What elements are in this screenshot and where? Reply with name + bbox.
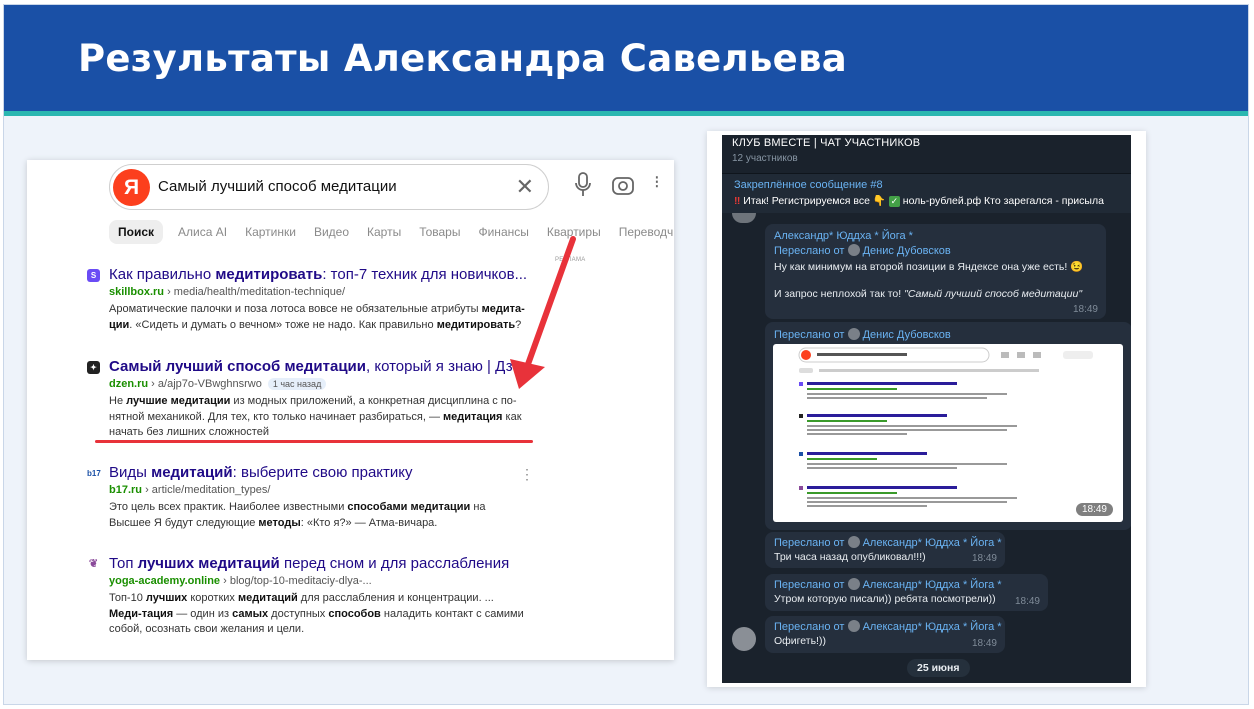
camera-search-icon[interactable]	[611, 174, 635, 196]
result-snippet: Ароматические палочки и поза лотоса вовс…	[109, 303, 525, 331]
tab-translator[interactable]: Переводчик	[610, 220, 674, 244]
result-title-link[interactable]: Топ лучших медитаций перед сном и для ра…	[109, 555, 509, 572]
date-separator: 25 июня	[907, 659, 970, 677]
slide-title: Результаты Александра Савельева	[78, 37, 848, 80]
result-url[interactable]: yoga-academy.online › blog/top-10-medita…	[109, 575, 372, 587]
telegram-chat-screenshot: КЛУБ ВМЕСТЕ | ЧАТ УЧАСТНИКОВ 12 участник…	[707, 131, 1146, 687]
result-title-link[interactable]: Как правильно медитировать: топ-7 техник…	[109, 266, 527, 283]
red-arrow-annotation	[510, 236, 576, 389]
message-bubble-image[interactable]: Переслано от Денис Дубовсков 18:49	[765, 322, 1131, 530]
avatar	[847, 244, 860, 256]
message-bubble[interactable]: Переслано от Александр* Юддха * Йога * У…	[765, 574, 1048, 611]
message-time: 18:49	[1014, 596, 1040, 607]
result-title-link[interactable]: Самый лучший способ медитации, который я…	[109, 358, 529, 375]
result-url[interactable]: b17.ru › article/meditation_types/	[109, 484, 270, 496]
message-bubble[interactable]: Переслано от Александр* Юддха * Йога * О…	[765, 616, 1005, 653]
avatar	[847, 620, 860, 632]
chat-member-count: 12 участников	[732, 153, 798, 164]
result-url[interactable]: dzen.ru › a/ajp7o-VBwghnsrwo 1 час назад	[109, 378, 327, 390]
header-accent-strip	[4, 111, 1248, 116]
exclamation-icon: ‼	[734, 195, 741, 207]
search-screenshot-thumbnail[interactable]: 18:49	[773, 344, 1123, 522]
thumbnail-preview	[798, 347, 1093, 507]
skillbox-favicon-icon: S	[87, 269, 100, 282]
message-text: Офигеть!))	[774, 635, 826, 647]
tab-search[interactable]: Поиск	[109, 220, 164, 244]
message-time: 18:49	[971, 638, 997, 649]
tab-alice-ai[interactable]: Алиса AI	[169, 220, 236, 244]
b17-favicon-icon: b17	[87, 467, 101, 480]
forwarded-from[interactable]: Переслано от Александр* Юддха * Йога *	[774, 620, 1002, 633]
slide-header: Результаты Александра Савельева	[4, 5, 1248, 111]
message-text: Утром которую писали)) ребята посмотрели…	[774, 593, 996, 605]
yoga-academy-favicon-icon: ❦	[87, 558, 100, 571]
more-options-icon[interactable]: ⋮	[520, 466, 534, 483]
avatar	[847, 578, 860, 590]
pinned-title: Закреплённое сообщение #8	[734, 179, 883, 191]
forwarded-from[interactable]: Переслано от Александр* Юддха * Йога *	[774, 578, 1002, 591]
search-input[interactable]: Я Самый лучший способ медитации ✕	[109, 164, 549, 210]
forwarded-from[interactable]: Переслано от Александр* Юддха * Йога *	[774, 536, 1002, 549]
message-time: 18:49	[971, 553, 997, 564]
forwarded-from[interactable]: Переслано от Денис Дубовсков	[774, 244, 951, 257]
clear-icon[interactable]: ✕	[516, 174, 534, 200]
message-text: Три часа назад опубликовал!!!)	[774, 551, 926, 563]
tab-video[interactable]: Видео	[305, 220, 358, 244]
message-bubble[interactable]: Переслано от Александр* Юддха * Йога * Т…	[765, 532, 1005, 568]
message-time: 18:49	[1072, 304, 1098, 315]
message-author[interactable]: Александр* Юддха * Йога *	[774, 230, 913, 242]
check-icon: ✓	[888, 196, 900, 207]
tab-goods[interactable]: Товары	[410, 220, 469, 244]
tab-images[interactable]: Картинки	[236, 220, 305, 244]
search-tabs: Поиск Алиса AI Картинки Видео Карты Това…	[109, 220, 674, 244]
result-snippet: Это цель всех практик. Наиболее известны…	[109, 501, 486, 529]
search-query-text: Самый лучший способ медитации	[158, 178, 397, 195]
avatar[interactable]	[732, 627, 756, 651]
result-url[interactable]: skillbox.ru › media/health/meditation-te…	[109, 286, 345, 298]
avatar	[847, 328, 860, 340]
result-snippet: Не лучшие медитации из модных приложений…	[109, 395, 522, 438]
highlight-underline	[95, 440, 533, 443]
time-badge: 1 час назад	[267, 378, 327, 390]
avatar	[847, 536, 860, 548]
pinned-message-bar[interactable]: Закреплённое сообщение #8 ‼ Итак! Регист…	[722, 173, 1131, 213]
microphone-icon[interactable]	[573, 172, 593, 198]
avatar[interactable]	[732, 213, 756, 223]
forwarded-from[interactable]: Переслано от Денис Дубовсков	[774, 328, 951, 341]
message-text: Ну как минимум на второй позиции в Яндек…	[774, 261, 1084, 273]
message-bubble[interactable]: Александр* Юддха * Йога * Переслано от Д…	[765, 224, 1106, 319]
telegram-chat: КЛУБ ВМЕСТЕ | ЧАТ УЧАСТНИКОВ 12 участник…	[722, 135, 1131, 683]
yandex-logo-icon[interactable]: Я	[113, 169, 150, 206]
more-icon[interactable]: ⁝	[654, 172, 660, 193]
result-snippet: Топ-10 лучших коротких медитаций для рас…	[109, 592, 524, 635]
pinned-text: ‼ Итак! Регистрируемся все 👇 ✓ ноль-рубл…	[734, 195, 1104, 207]
dzen-favicon-icon: ✦	[87, 361, 100, 374]
tab-maps[interactable]: Карты	[358, 220, 410, 244]
message-time: 18:49	[1075, 503, 1113, 516]
result-title-link[interactable]: Виды медитаций: выберите свою практику	[109, 464, 413, 481]
message-text: И запрос неплохой так то! "Самый лучший …	[774, 288, 1083, 300]
chat-title[interactable]: КЛУБ ВМЕСТЕ | ЧАТ УЧАСТНИКОВ	[732, 137, 920, 149]
